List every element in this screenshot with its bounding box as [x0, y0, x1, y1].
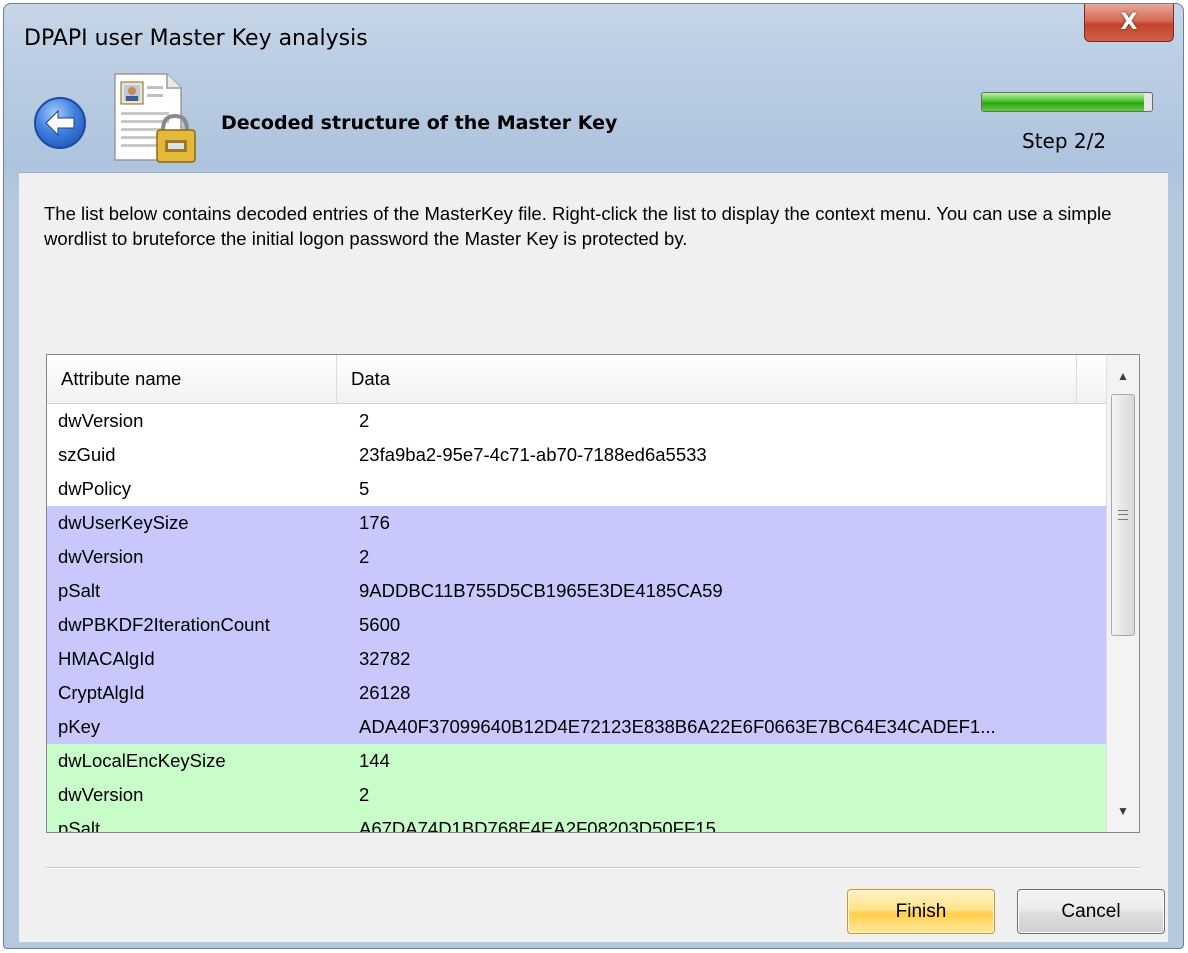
data-cell: 2: [359, 784, 370, 805]
attribute-name-cell: pSalt: [58, 580, 101, 601]
cancel-button[interactable]: Cancel: [1017, 889, 1165, 934]
certificate-document-lock-icon: [111, 72, 201, 168]
attribute-name-cell: dwLocalEncKeySize: [58, 750, 226, 771]
data-cell: 23fa9ba2-95e7-4c71-ab70-7188ed6a5533: [359, 444, 707, 465]
close-button[interactable]: X: [1084, 4, 1174, 42]
attribute-name-cell: dwVersion: [58, 784, 144, 805]
table-row[interactable]: dwUserKeySize 176: [47, 506, 1107, 540]
table-row[interactable]: dwLocalEncKeySize 144: [47, 744, 1107, 778]
scroll-up-arrow-icon[interactable]: ▲: [1107, 359, 1139, 393]
data-cell: 176: [359, 512, 390, 533]
page-title: Decoded structure of the Master Key: [221, 112, 618, 134]
data-cell: 2: [359, 410, 370, 431]
progress-fill: [982, 93, 1144, 111]
dialog-window: DPAPI user Master Key analysis X Decoded…: [3, 3, 1184, 949]
data-cell: 144: [359, 750, 390, 771]
back-button[interactable]: [34, 97, 86, 149]
attribute-name-cell: szGuid: [58, 444, 116, 465]
table-row[interactable]: szGuid 23fa9ba2-95e7-4c71-ab70-7188ed6a55…: [47, 438, 1107, 472]
data-cell: 2: [359, 546, 370, 567]
attribute-name-cell: HMACAlgId: [58, 648, 155, 669]
data-cell: A67DA74D1BD768E4EA2F08203D50FF15: [359, 818, 716, 833]
table-row[interactable]: pKey ADA40F37099640B12D4E72123E838B6A22E6…: [47, 710, 1107, 744]
table-row[interactable]: pSalt A67DA74D1BD768E4EA2F08203D50FF15: [47, 812, 1107, 833]
table-row[interactable]: dwPolicy 5: [47, 472, 1107, 506]
grip-icon: [1118, 510, 1128, 520]
close-icon: X: [1120, 10, 1138, 35]
table-row[interactable]: pSalt 9ADDBC11B755D5CB1965E3DE4185CA59: [47, 574, 1107, 608]
attribute-name-cell: pSalt: [58, 818, 101, 833]
scroll-down-arrow-icon[interactable]: ▼: [1107, 794, 1139, 828]
vertical-scrollbar[interactable]: ▲ ▼: [1106, 355, 1139, 832]
attribute-name-cell: dwUserKeySize: [58, 512, 189, 533]
data-cell: 9ADDBC11B755D5CB1965E3DE4185CA59: [359, 580, 723, 601]
attribute-name-cell: dwPBKDF2IterationCount: [58, 614, 270, 635]
attribute-name-cell: dwVersion: [58, 410, 144, 431]
column-header-attribute-name[interactable]: Attribute name: [47, 355, 337, 403]
table-row[interactable]: HMACAlgId 32782: [47, 642, 1107, 676]
step-label: Step 2/2: [1022, 129, 1107, 153]
content-panel: The list below contains decoded entries …: [19, 172, 1168, 942]
window-title: DPAPI user Master Key analysis: [24, 26, 368, 51]
table-row[interactable]: dwVersion 2: [47, 404, 1107, 438]
data-cell: 5600: [359, 614, 401, 635]
title-bar[interactable]: DPAPI user Master Key analysis X: [4, 4, 1183, 70]
divider: [46, 867, 1140, 869]
list-header: Attribute name Data: [47, 355, 1107, 404]
list-rows: dwVersion 2 szGuid 23fa9ba2-95e7-4c71-ab70-…: [47, 404, 1107, 833]
back-arrow-icon: [45, 109, 75, 137]
column-header-data[interactable]: Data: [337, 355, 1077, 403]
attribute-name-cell: dwPolicy: [58, 478, 131, 499]
scrollbar-thumb[interactable]: [1111, 394, 1135, 636]
finish-button[interactable]: Finish: [847, 889, 995, 934]
data-cell: 26128: [359, 682, 411, 703]
table-row[interactable]: CryptAlgId 26128: [47, 676, 1107, 710]
table-row[interactable]: dwVersion 2: [47, 778, 1107, 812]
attribute-name-cell: dwVersion: [58, 546, 144, 567]
attribute-name-cell: CryptAlgId: [58, 682, 145, 703]
data-cell: 32782: [359, 648, 411, 669]
step-progress-bar: [981, 92, 1153, 112]
data-cell: ADA40F37099640B12D4E72123E838B6A22E6F066…: [359, 716, 996, 737]
table-row[interactable]: dwVersion 2: [47, 540, 1107, 574]
table-row[interactable]: dwPBKDF2IterationCount 5600: [47, 608, 1107, 642]
description-text: The list below contains decoded entries …: [44, 203, 1112, 249]
data-cell: 5: [359, 478, 370, 499]
attribute-name-cell: pKey: [58, 716, 101, 737]
master-key-list[interactable]: Attribute name Data dwVersion 2 szGuid 23fa…: [46, 354, 1140, 833]
